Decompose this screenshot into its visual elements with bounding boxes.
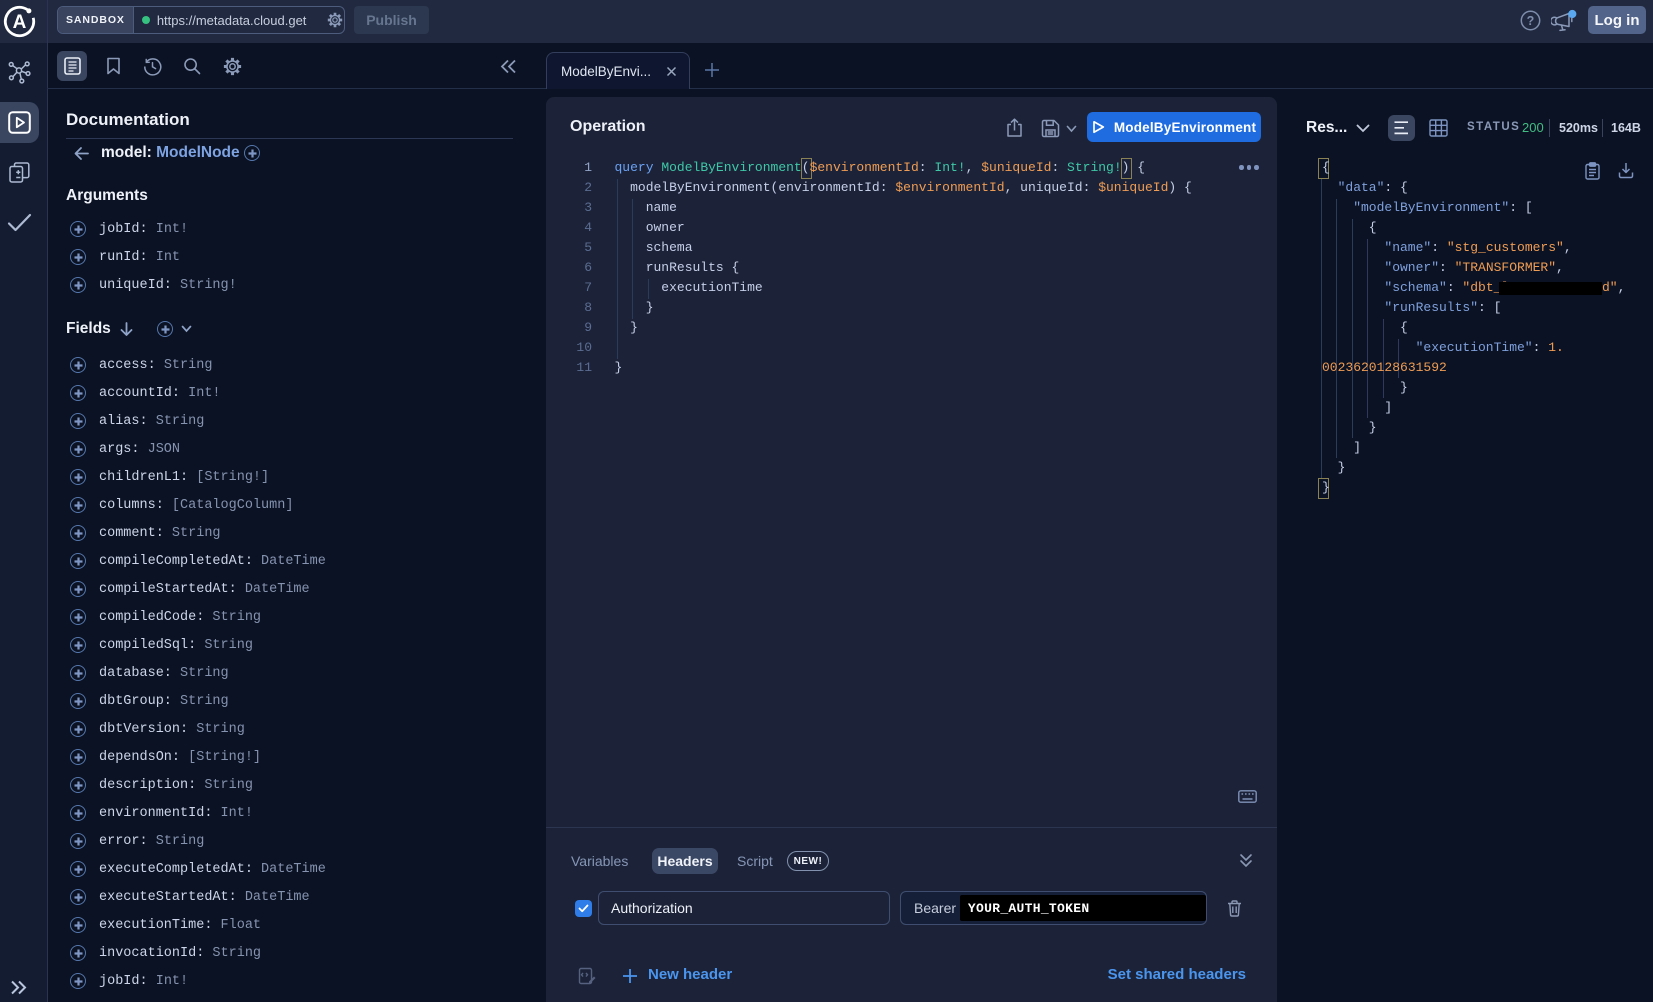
svg-text:A: A (13, 12, 27, 33)
svg-text:?: ? (1527, 14, 1535, 28)
